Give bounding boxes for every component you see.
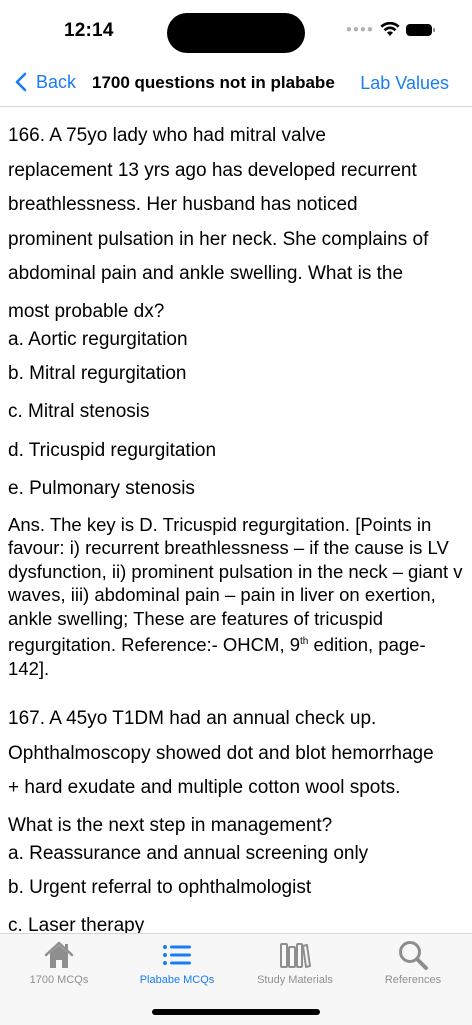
- tab-references[interactable]: References: [354, 934, 472, 994]
- option-c[interactable]: c. Laser therapy: [8, 907, 466, 933]
- option-b[interactable]: b. Mitral regurgitation: [8, 355, 466, 394]
- tab-1700-mcqs[interactable]: 1700 MCQs: [0, 934, 118, 994]
- signal-icon: ●●●●: [345, 24, 374, 35]
- back-button[interactable]: Back: [12, 71, 76, 93]
- status-time: 12:14: [64, 20, 114, 41]
- list-icon: [163, 945, 191, 965]
- answer-explanation: Ans. The key is D. Tricuspid regurgitati…: [8, 513, 466, 681]
- status-icons: ●●●●: [345, 22, 435, 37]
- home-indicator: [152, 1009, 320, 1015]
- question-line: Ophthalmoscopy showed dot and blot hemor…: [8, 742, 434, 764]
- option-b[interactable]: b. Urgent referral to ophthalmologist: [8, 869, 466, 908]
- option-a[interactable]: a. Reassurance and annual screening only: [8, 838, 466, 869]
- question-167: 167. A 45yo T1DM had an annual check up.…: [8, 702, 466, 933]
- question-line: abdominal pain and ankle swelling. What …: [8, 263, 404, 284]
- question-line: 166. A 75yo lady who had mitral valve: [8, 125, 326, 146]
- question-line: What is the next step in management?: [8, 814, 333, 836]
- magnifier-icon: [399, 941, 428, 970]
- tab-label: Plababe MCQs: [139, 974, 215, 986]
- option-a[interactable]: a. Aortic regurgitation: [8, 324, 466, 355]
- tab-plababe-mcqs[interactable]: Plababe MCQs: [118, 934, 236, 994]
- question-166: 166. A 75yo lady who had mitral valve re…: [8, 119, 466, 680]
- tab-label: References: [384, 974, 442, 986]
- question-line: prominent pulsation in her neck. She com…: [8, 228, 429, 250]
- lab-values-button[interactable]: Lab Values: [360, 73, 449, 94]
- tab-label: Study Materials: [257, 974, 333, 986]
- question-line: 167. A 45yo T1DM had an annual check up.: [8, 708, 377, 730]
- books-icon: [280, 943, 311, 968]
- page-title: 1700 questions not in plababe: [92, 73, 335, 92]
- question-scroll-view[interactable]: 166. A 75yo lady who had mitral valve re…: [0, 107, 472, 933]
- navigation-bar: Back 1700 questions not in plababe Lab V…: [0, 62, 472, 107]
- back-label: Back: [36, 71, 77, 92]
- battery-icon: [406, 23, 435, 36]
- tab-study-materials[interactable]: Study Materials: [236, 934, 354, 994]
- option-e[interactable]: e. Pulmonary stenosis: [8, 470, 466, 509]
- status-bar: 12:14 ●●●●: [0, 0, 472, 62]
- question-line: most probable dx?: [8, 300, 165, 322]
- chevron-left-icon: [15, 72, 27, 92]
- dynamic-island: [167, 13, 305, 53]
- divider-space: [8, 680, 466, 702]
- tab-label: 1700 MCQs: [29, 974, 89, 986]
- option-d[interactable]: d. Tricuspid regurgitation: [8, 432, 466, 471]
- option-c[interactable]: c. Mitral stenosis: [8, 393, 466, 432]
- question-line: breathlessness. Her husband has noticed: [8, 194, 358, 215]
- question-line: replacement 13 yrs ago has developed rec…: [8, 159, 417, 181]
- wifi-icon: [380, 22, 400, 36]
- question-line: + hard exudate and multiple cotton wool …: [8, 777, 401, 799]
- home-icon: [44, 941, 74, 968]
